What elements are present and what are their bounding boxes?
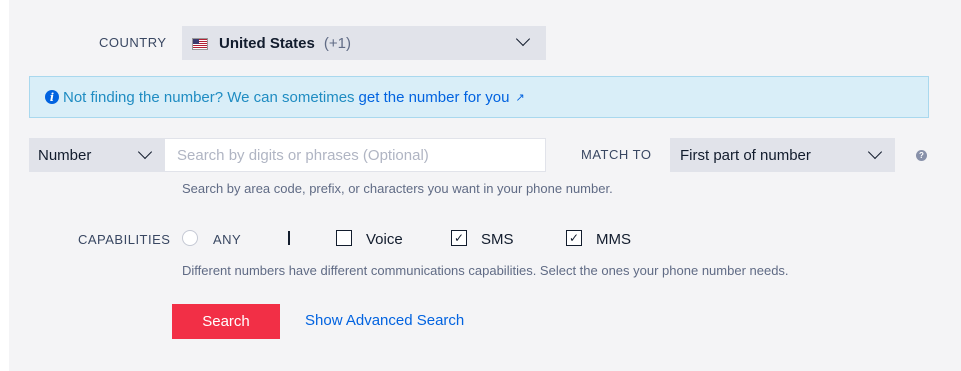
us-flag-icon: [192, 37, 208, 50]
chevron-down-icon: [515, 31, 531, 47]
help-icon[interactable]: ?: [916, 150, 927, 161]
sms-checkbox[interactable]: ✓: [451, 230, 467, 246]
info-banner: i Not finding the number? We can sometim…: [29, 76, 929, 118]
country-code: (+1): [323, 34, 351, 52]
search-type-select[interactable]: Number: [29, 138, 164, 172]
search-type-value: Number: [38, 146, 92, 164]
mms-label: MMS: [596, 231, 631, 248]
country-label: COUNTRY: [99, 35, 167, 50]
search-hint: Search by area code, prefix, or characte…: [182, 181, 613, 196]
chevron-down-icon: [137, 144, 153, 160]
match-to-select[interactable]: First part of number: [670, 138, 895, 172]
any-radio[interactable]: [182, 230, 198, 246]
external-link-icon: ↗: [515, 91, 525, 104]
match-to-value: First part of number: [680, 146, 811, 164]
chevron-down-icon: [867, 144, 883, 160]
sms-label: SMS: [481, 231, 514, 248]
voice-checkbox[interactable]: [336, 230, 352, 246]
match-to-label: MATCH TO: [581, 147, 652, 162]
checkmark-icon: ✓: [568, 231, 580, 245]
voice-label: Voice: [366, 231, 403, 248]
any-label: ANY: [213, 232, 242, 247]
search-button[interactable]: Search: [172, 304, 280, 339]
banner-text: Not finding the number? We can sometimes: [63, 88, 355, 106]
get-number-link[interactable]: get the number for you: [359, 89, 510, 106]
info-icon: i: [45, 90, 59, 104]
country-select[interactable]: United States (+1): [182, 26, 546, 60]
show-advanced-search-link[interactable]: Show Advanced Search: [305, 312, 464, 329]
mms-checkbox[interactable]: ✓: [566, 230, 582, 246]
capabilities-hint: Different numbers have different communi…: [182, 263, 789, 278]
checkmark-icon: ✓: [453, 231, 465, 245]
divider: [288, 231, 290, 245]
country-name: United States: [219, 34, 315, 52]
capabilities-label: CAPABILITIES: [78, 232, 171, 247]
search-input[interactable]: [164, 138, 546, 172]
